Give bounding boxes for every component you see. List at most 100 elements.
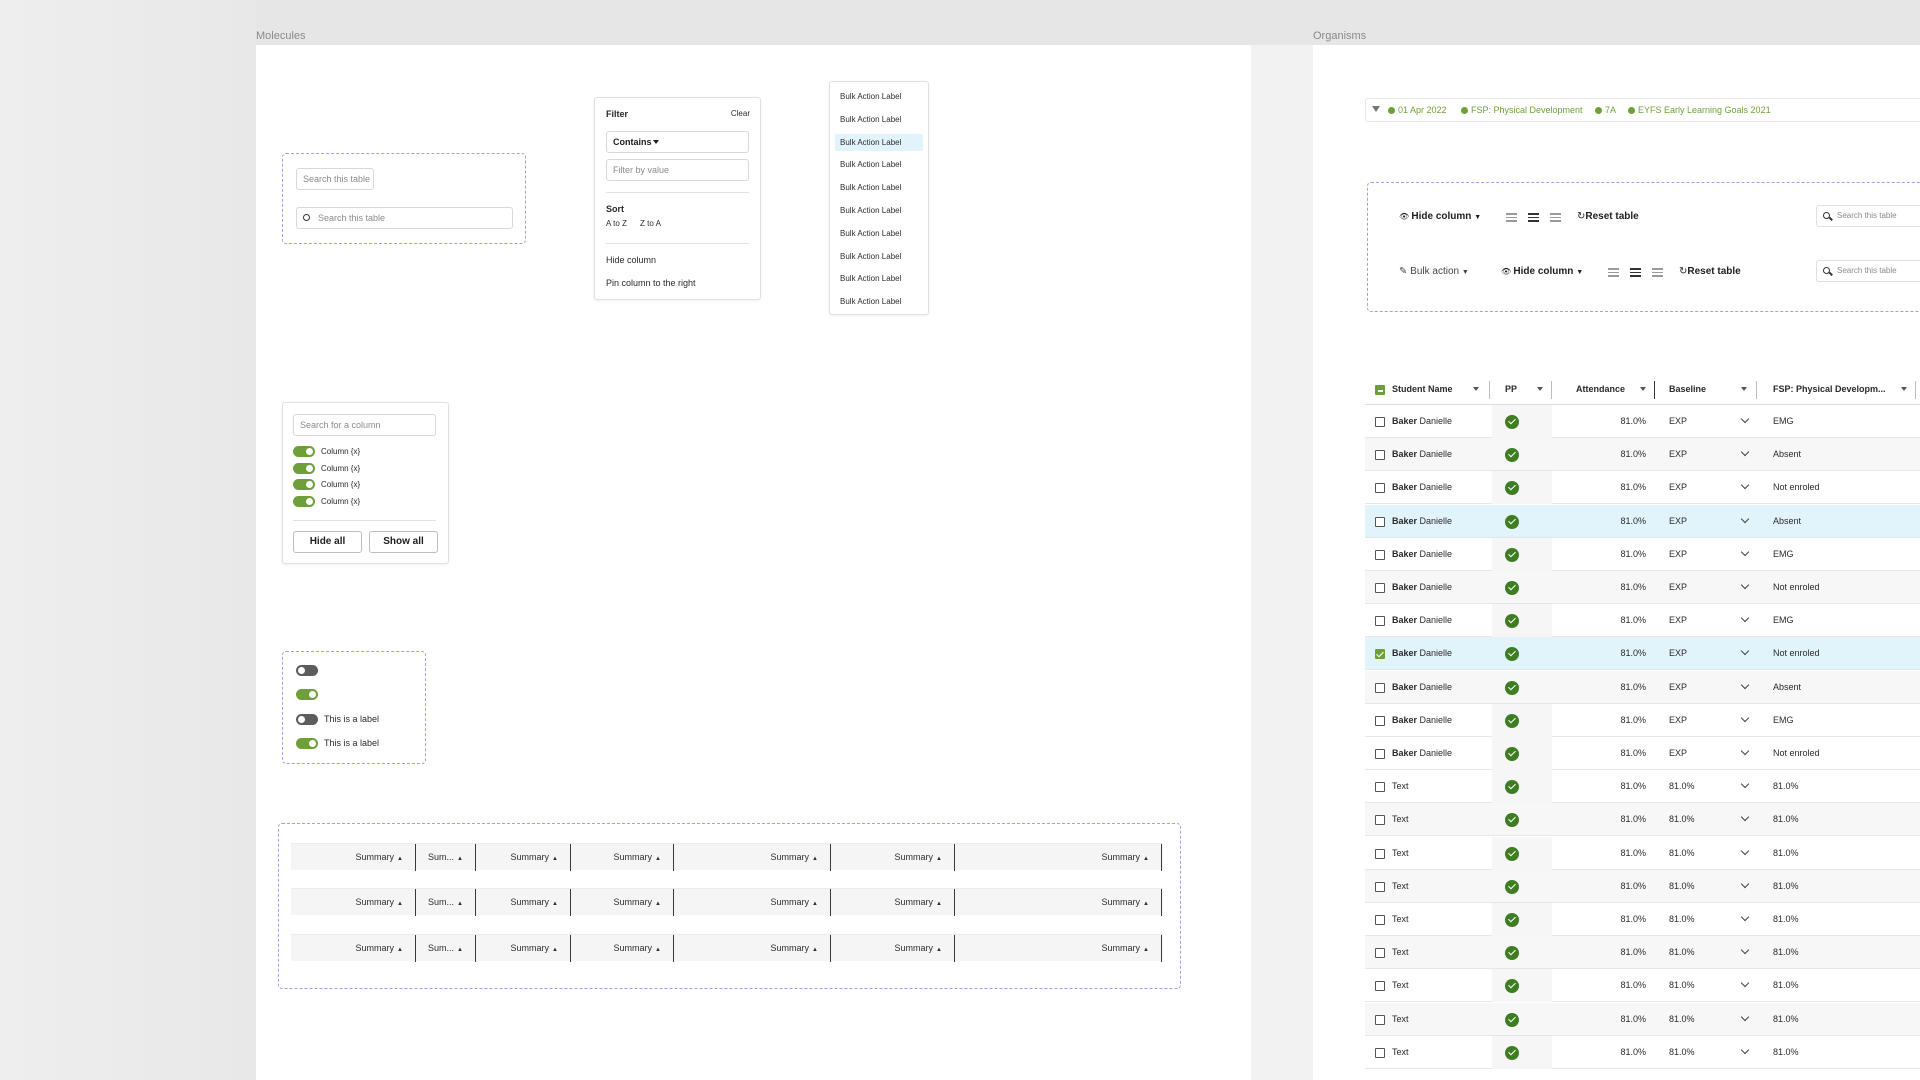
hide-column-option[interactable]: Hide column [606, 255, 656, 265]
chevron-down-icon[interactable] [1740, 680, 1750, 689]
column-resizer[interactable] [1654, 381, 1655, 399]
student-name-cell[interactable]: Baker Danielle [1392, 516, 1452, 526]
bulk-action-item[interactable]: Bulk Action Label [835, 270, 923, 287]
table-row[interactable]: Baker Danielle 81.0% EXP Absent [1365, 504, 1920, 538]
column-resizer[interactable] [1915, 381, 1916, 399]
sort-a-to-z[interactable]: A to Z [606, 219, 627, 228]
bulk-action-item[interactable]: Bulk Action Label [835, 179, 923, 196]
summary-cell[interactable]: Summary ▲ [674, 889, 831, 916]
baseline-cell[interactable]: EXP [1669, 582, 1687, 592]
toggle-off[interactable] [296, 665, 318, 676]
baseline-cell[interactable]: EXP [1669, 482, 1687, 492]
column-header-student-name[interactable]: Student Name [1392, 384, 1453, 394]
bulk-action-item[interactable]: Bulk Action Label [835, 88, 923, 105]
chevron-down-icon[interactable] [1740, 447, 1750, 457]
toggle-on-labeled[interactable] [296, 738, 318, 749]
row-checkbox[interactable] [1375, 682, 1385, 693]
bulk-action-item[interactable]: Bulk Action Label [835, 156, 923, 173]
filter-chip-group[interactable]: 7A [1595, 105, 1616, 115]
baseline-cell[interactable]: EXP [1669, 615, 1687, 625]
table-row[interactable]: Text 81.0% 81.0% 81.0% [1365, 1035, 1920, 1069]
row-checkbox[interactable] [1375, 483, 1385, 494]
baseline-cell[interactable]: 81.0% [1669, 814, 1695, 824]
chevron-down-icon[interactable] [1740, 979, 1750, 988]
summary-cell[interactable]: Sum... ▲ [416, 935, 476, 962]
bulk-action-item[interactable]: Bulk Action Label [835, 293, 923, 310]
column-search-input[interactable]: Search for a column [293, 414, 436, 436]
student-name-cell[interactable]: Text [1392, 814, 1409, 824]
baseline-cell[interactable]: EXP [1669, 648, 1687, 658]
row-checkbox[interactable] [1375, 583, 1385, 593]
chevron-down-icon[interactable] [1740, 647, 1750, 656]
summary-cell[interactable]: Sum... ▲ [416, 889, 476, 916]
baseline-cell[interactable]: 81.0% [1669, 881, 1695, 891]
table-row[interactable]: Baker Danielle 81.0% EXP Absent [1365, 438, 1920, 472]
baseline-cell[interactable]: 81.0% [1669, 1014, 1695, 1024]
table-row[interactable]: Baker Danielle 81.0% EXP Absent [1365, 670, 1920, 704]
bulk-action-dropdown[interactable]: ✎ Bulk action ▼ [1399, 266, 1469, 277]
column-header-baseline[interactable]: Baseline [1669, 384, 1706, 394]
hide-column-dropdown[interactable]: 👁 Hide column ▼ [1399, 211, 1481, 222]
baseline-cell[interactable]: EXP [1669, 449, 1687, 459]
density-comfortable-icon[interactable] [1550, 213, 1561, 222]
student-name-cell[interactable]: Baker Danielle [1392, 449, 1452, 459]
table-row[interactable]: Baker Danielle 81.0% EXP Not enroled [1365, 571, 1920, 604]
caret-down-icon[interactable] [1741, 387, 1747, 391]
table-search-input[interactable]: Search this table [1816, 205, 1920, 227]
column-visibility-toggle[interactable] [293, 479, 315, 491]
summary-cell[interactable]: Summary ▲ [291, 844, 416, 871]
pin-column-option[interactable]: Pin column to the right [606, 278, 696, 288]
baseline-cell[interactable]: 81.0% [1669, 980, 1695, 990]
search-input-compact[interactable]: Search this table [296, 168, 374, 190]
student-name-cell[interactable]: Baker Danielle [1392, 482, 1452, 492]
row-checkbox[interactable] [1375, 782, 1385, 793]
student-name-cell[interactable]: Baker Danielle [1392, 682, 1452, 692]
column-visibility-toggle[interactable] [293, 446, 315, 457]
chevron-down-icon[interactable] [1740, 846, 1750, 855]
row-checkbox[interactable] [1375, 649, 1385, 660]
chevron-down-icon[interactable] [1740, 713, 1750, 723]
table-row[interactable]: Baker Danielle 81.0% EXP Not enroled [1365, 637, 1920, 671]
student-name-cell[interactable]: Text [1392, 781, 1409, 791]
reset-table-button[interactable]: ↻Reset table [1679, 266, 1741, 277]
chevron-down-icon[interactable] [1740, 613, 1750, 623]
hide-all-button[interactable]: Hide all [293, 531, 362, 553]
filter-chip-framework[interactable]: EYFS Early Learning Goals 2021 [1628, 105, 1771, 115]
summary-cell[interactable]: Summary ▲ [831, 889, 955, 916]
summary-cell[interactable]: Sum... ▲ [416, 844, 476, 871]
chevron-down-icon[interactable] [1740, 514, 1750, 523]
filter-clear-link[interactable]: Clear [731, 109, 750, 118]
summary-cell[interactable]: Summary ▲ [955, 889, 1162, 916]
column-header-pp[interactable]: PP [1505, 384, 1517, 394]
student-name-cell[interactable]: Text [1392, 1047, 1409, 1057]
chevron-down-icon[interactable] [1740, 779, 1750, 789]
table-row[interactable]: Text 81.0% 81.0% 81.0% [1365, 869, 1920, 903]
summary-cell[interactable]: Summary ▲ [571, 889, 674, 916]
baseline-cell[interactable]: 81.0% [1669, 848, 1695, 858]
chevron-down-icon[interactable] [1740, 879, 1750, 889]
filter-chip-date[interactable]: 01 Apr 2022 [1388, 105, 1447, 115]
chevron-down-icon[interactable] [1740, 945, 1750, 955]
row-checkbox[interactable] [1375, 881, 1385, 892]
row-checkbox[interactable] [1375, 417, 1385, 427]
student-name-cell[interactable]: Text [1392, 881, 1409, 891]
summary-cell[interactable]: Summary ▲ [476, 935, 571, 962]
student-name-cell[interactable]: Baker Danielle [1392, 582, 1452, 592]
search-input-with-icon[interactable]: Search this table [296, 207, 513, 229]
baseline-cell[interactable]: EXP [1669, 416, 1687, 426]
student-name-cell[interactable]: Baker Danielle [1392, 549, 1452, 559]
sort-z-to-a[interactable]: Z to A [640, 219, 661, 228]
density-standard-icon[interactable] [1528, 213, 1539, 222]
baseline-cell[interactable]: 81.0% [1669, 1047, 1695, 1057]
row-checkbox[interactable] [1375, 749, 1385, 759]
summary-cell[interactable]: Summary ▲ [291, 889, 416, 916]
bulk-action-item[interactable]: Bulk Action Label [835, 133, 923, 151]
caret-down-icon[interactable] [1640, 387, 1646, 391]
caret-down-icon[interactable] [1901, 387, 1907, 391]
row-checkbox[interactable] [1375, 715, 1385, 726]
summary-cell[interactable]: Summary ▲ [571, 844, 674, 871]
student-name-cell[interactable]: Text [1392, 914, 1409, 924]
row-checkbox[interactable] [1375, 1014, 1385, 1025]
row-checkbox[interactable] [1375, 616, 1385, 627]
caret-down-icon[interactable] [1473, 387, 1479, 391]
